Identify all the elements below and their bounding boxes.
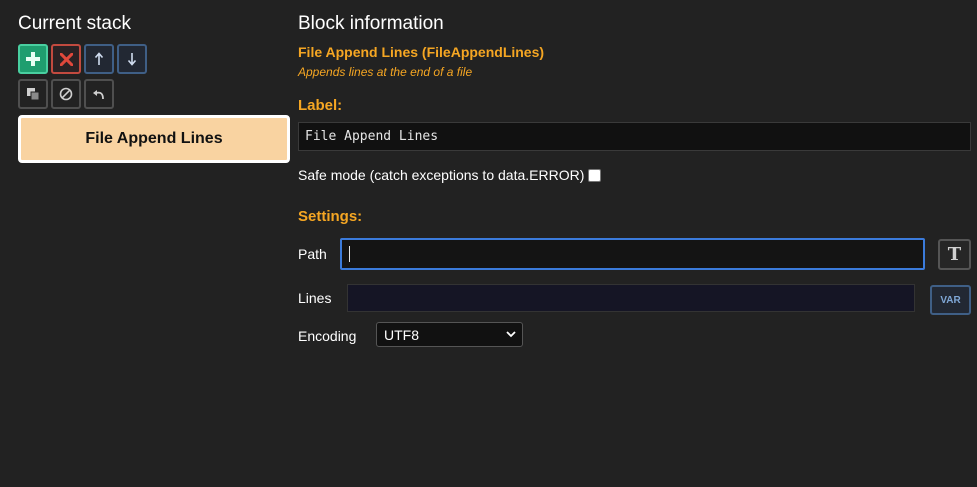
- move-up-button[interactable]: [84, 44, 114, 74]
- path-label: Path: [298, 246, 327, 262]
- label-input[interactable]: [298, 122, 971, 151]
- text-type-icon: T: [947, 244, 962, 265]
- current-stack-title: Current stack: [18, 13, 131, 34]
- stack-item-file-append-lines[interactable]: File Append Lines: [18, 115, 290, 163]
- path-type-button[interactable]: T: [938, 239, 971, 270]
- block-type-name: File Append Lines (FileAppendLines): [298, 44, 545, 60]
- block-description: Appends lines at the end of a file: [298, 65, 473, 79]
- current-stack-panel: Current stack File Append Lines: [18, 12, 290, 163]
- duplicate-button[interactable]: [18, 79, 48, 109]
- move-down-button[interactable]: [117, 44, 147, 74]
- lines-input[interactable]: [347, 284, 915, 312]
- disable-icon: [59, 87, 73, 101]
- block-information-panel: Block information File Append Lines (Fil…: [298, 12, 972, 347]
- lines-var-button[interactable]: VAR: [930, 285, 971, 315]
- copy-icon: [27, 88, 40, 101]
- undo-icon: [93, 90, 104, 100]
- stack-toolbar-row-1: [18, 44, 290, 74]
- stack-toolbar-row-2: [18, 79, 290, 109]
- encoding-selected-value: UTF8: [384, 326, 419, 343]
- add-block-button[interactable]: [18, 44, 48, 74]
- remove-block-button[interactable]: [51, 44, 81, 74]
- block-information-title: Block information: [298, 13, 444, 34]
- chevron-down-icon: [506, 331, 516, 338]
- safe-mode-label: Safe mode (catch exceptions to data.ERRO…: [298, 167, 585, 183]
- safe-mode-checkbox[interactable]: [588, 168, 602, 182]
- disable-button[interactable]: [51, 79, 81, 109]
- text-caret: [349, 246, 350, 262]
- lines-label: Lines: [298, 290, 332, 306]
- settings-heading: Settings:: [298, 208, 363, 225]
- path-input[interactable]: [340, 238, 925, 270]
- close-icon: [59, 52, 73, 66]
- arrow-up-icon: [94, 52, 104, 65]
- undo-button[interactable]: [84, 79, 114, 109]
- encoding-select[interactable]: UTF8: [376, 322, 523, 347]
- plus-icon: [26, 52, 40, 66]
- encoding-label: Encoding: [298, 328, 357, 344]
- safe-mode-row: Safe mode (catch exceptions to data.ERRO…: [298, 167, 972, 183]
- arrow-down-icon: [127, 53, 137, 66]
- label-heading: Label:: [298, 97, 343, 114]
